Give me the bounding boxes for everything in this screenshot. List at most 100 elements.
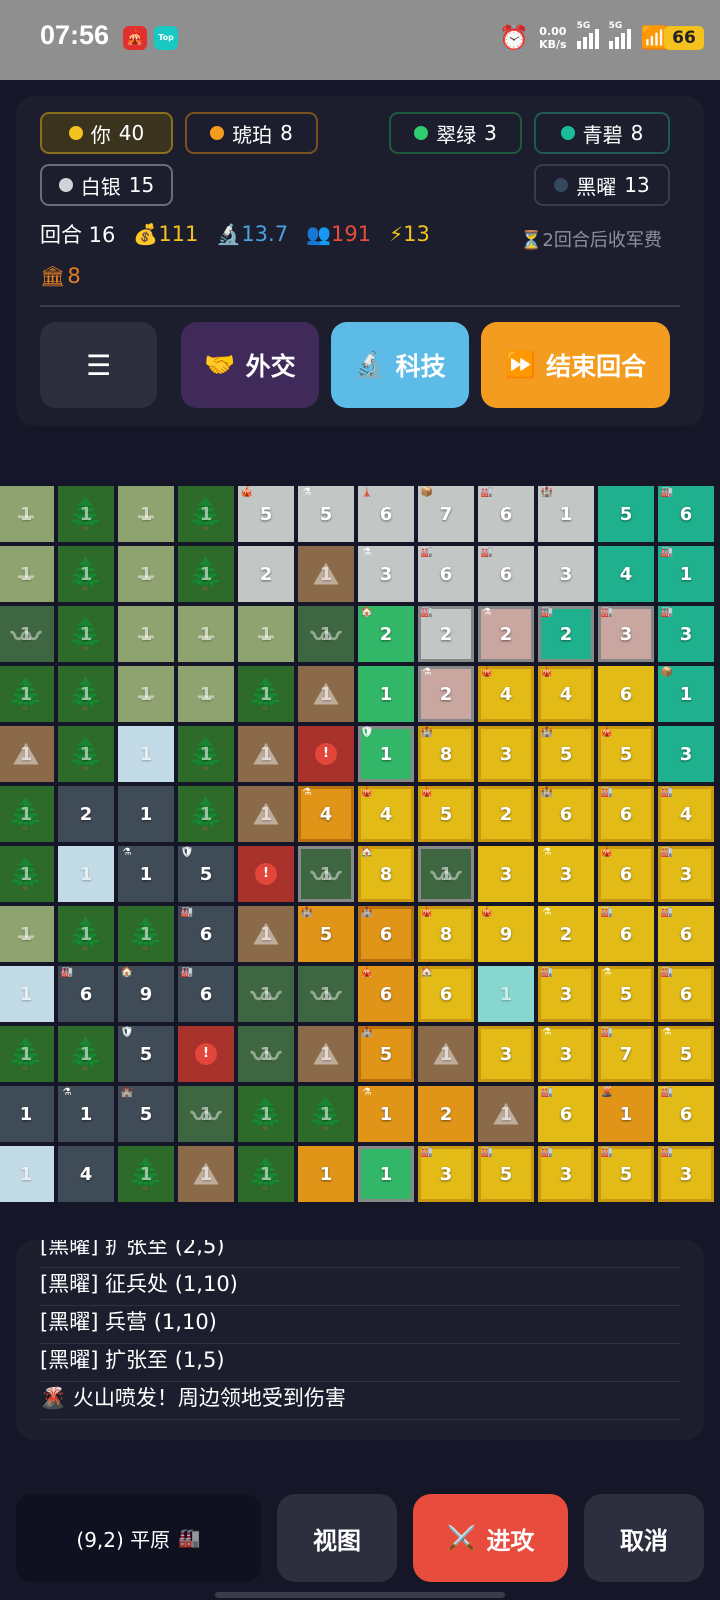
map-tile-forest[interactable]: 🌲 1 — [58, 1026, 114, 1082]
map-tile-event-tile[interactable]: ! — [238, 846, 294, 902]
map-tile-mountain[interactable]: ⛰ 1 — [238, 726, 294, 782]
map-tile-plains[interactable]: ⎯ 1 — [178, 606, 234, 662]
map-tile-forest[interactable]: 🌲 1 — [58, 546, 114, 602]
map-tile-player-territory[interactable]: 🏰 8 — [418, 726, 474, 782]
map-tile-obsidian-territory[interactable]: 1 — [118, 786, 174, 842]
map-tile-obsidian-territory[interactable]: 🏭 6 — [178, 906, 234, 962]
map-tile-obsidian-territory[interactable]: 🏭 6 — [58, 966, 114, 1022]
map-tile-swamp[interactable]: 〰 1 — [0, 606, 54, 662]
map-tile-player-territory[interactable]: ⚗ 3 — [538, 1026, 594, 1082]
map-tile-contested-territory[interactable]: 🏭 3 — [598, 606, 654, 662]
map-tile-teal-territory[interactable]: 📦 1 — [658, 666, 714, 722]
map-tile-player-territory[interactable]: 3 — [478, 846, 534, 902]
map-tile-forest[interactable]: 🌲 1 — [0, 846, 54, 902]
faction-pill[interactable]: 翠绿 3 — [389, 112, 522, 154]
map-tile-forest[interactable]: 🌲 1 — [118, 906, 174, 962]
map-tile-plains[interactable]: ⎯ 1 — [0, 486, 54, 542]
map-tile-swamp[interactable]: 〰 1 — [298, 966, 354, 1022]
map-tile-amber-territory[interactable]: 🌋 1 — [598, 1086, 654, 1142]
map-tile-forest[interactable]: 🌲 1 — [0, 786, 54, 842]
map-tile-amber-territory[interactable]: 🏰 5 — [358, 1026, 414, 1082]
map-tile-silver-territory[interactable]: 🏭 6 — [478, 486, 534, 542]
map-tile-player-territory[interactable]: ⚗ 5 — [598, 966, 654, 1022]
tech-button[interactable]: 🔬 科技 — [331, 322, 469, 408]
map-tile-swamp[interactable]: 〰 1 — [178, 1086, 234, 1142]
map-tile-swamp[interactable]: 〰 1 — [298, 606, 354, 662]
map-tile-ice[interactable]: 1 — [118, 726, 174, 782]
faction-pill[interactable]: 青碧 8 — [534, 112, 670, 154]
map-tile-player-territory[interactable]: 🏭 3 — [538, 966, 594, 1022]
map-tile-silver-territory[interactable]: 📦 7 — [418, 486, 474, 542]
map-tile-forest[interactable]: 🌲 1 — [178, 726, 234, 782]
map-tile-mountain[interactable]: ⛰ 1 — [298, 1026, 354, 1082]
map-tile-silver-territory[interactable]: ⚗ 5 — [298, 486, 354, 542]
map-tile-forest[interactable]: 🌲 1 — [58, 726, 114, 782]
map-tile-player-territory[interactable]: 🎪 5 — [418, 786, 474, 842]
map-tile-player-territory[interactable]: 🏭 6 — [658, 1086, 714, 1142]
map-tile-amber-territory[interactable]: 🏰 6 — [358, 906, 414, 962]
map-tile-forest[interactable]: 🌲 1 — [118, 1146, 174, 1202]
map-tile-silver-territory[interactable]: 🏰 1 — [538, 486, 594, 542]
map-tile-selected-water[interactable]: 1 — [478, 966, 534, 1022]
map-tile-event-tile[interactable]: ! — [298, 726, 354, 782]
map-tile-plains[interactable]: ⎯ 1 — [0, 906, 54, 962]
map-tile-silver-territory[interactable]: 2 — [238, 546, 294, 602]
map-tile-forest[interactable]: 🌲 1 — [58, 906, 114, 962]
map-tile-forest[interactable]: 🌲 1 — [58, 606, 114, 662]
map-tile-mountain[interactable]: ⛰ 1 — [0, 726, 54, 782]
map-tile-player-territory[interactable]: 🏭 3 — [538, 1146, 594, 1202]
attack-button[interactable]: ⚔️ 进攻 — [413, 1494, 568, 1582]
map-tile-obsidian-territory[interactable]: 🏭 6 — [178, 966, 234, 1022]
map-tile-forest[interactable]: 🌲 1 — [178, 486, 234, 542]
map-tile-obsidian-territory[interactable]: ⚗ 1 — [118, 846, 174, 902]
map-tile-obsidian-territory[interactable]: 2 — [58, 786, 114, 842]
faction-pill[interactable]: 你 40 — [40, 112, 173, 154]
map-tile-player-territory[interactable]: ⚗ 3 — [538, 846, 594, 902]
map-tile-player-territory[interactable]: ⚗ 2 — [538, 906, 594, 962]
map-tile-ice[interactable]: 1 — [0, 966, 54, 1022]
map-tile-player-territory[interactable]: ⚗ 5 — [658, 1026, 714, 1082]
map-tile-player-territory[interactable]: 🎪 4 — [478, 666, 534, 722]
map-tile-obsidian-territory[interactable]: 1 — [0, 1086, 54, 1142]
map-tile-player-territory[interactable]: 🏭 3 — [658, 1146, 714, 1202]
map-tile-silver-territory[interactable]: 🎪 5 — [238, 486, 294, 542]
menu-button[interactable]: ☰ — [40, 322, 157, 408]
map-tile-forest[interactable]: 🌲 1 — [178, 546, 234, 602]
map-tile-player-territory[interactable]: 🎪 4 — [358, 786, 414, 842]
map-tile-player-territory[interactable]: 🎪 8 — [418, 906, 474, 962]
cancel-button[interactable]: 取消 — [584, 1494, 704, 1582]
faction-pill[interactable]: 琥珀 8 — [185, 112, 318, 154]
map-tile-amber-territory[interactable]: 🎪 6 — [358, 966, 414, 1022]
map-tile-mountain[interactable]: ⛰ 1 — [478, 1086, 534, 1142]
map-tile-teal-territory[interactable]: 🏭 6 — [658, 486, 714, 542]
map-tile-silver-territory[interactable]: ⚗ 3 — [358, 546, 414, 602]
map-tile-obsidian-territory[interactable]: 4 — [58, 1146, 114, 1202]
view-button[interactable]: 视图 — [277, 1494, 397, 1582]
map-tile-silver-territory[interactable]: 3 — [538, 546, 594, 602]
map-tile-mountain[interactable]: ⛰ 1 — [238, 906, 294, 962]
map-tile-player-territory[interactable]: 🎪 4 — [538, 666, 594, 722]
map-tile-player-territory[interactable]: 6 — [598, 666, 654, 722]
faction-pill[interactable]: 白银 15 — [40, 164, 173, 206]
map-tile-swamp[interactable]: 〰 1 — [238, 966, 294, 1022]
map-tile-player-territory[interactable]: 🎪 9 — [478, 906, 534, 962]
map-tile-forest[interactable]: 🌲 1 — [58, 486, 114, 542]
map-tile-forest[interactable]: 🌲 1 — [238, 1086, 294, 1142]
map-tile-teal-territory[interactable]: 🏭 2 — [538, 606, 594, 662]
map-tile-player-territory[interactable]: 🎪 6 — [598, 846, 654, 902]
map-tile-mountain[interactable]: ⛰ 1 — [298, 546, 354, 602]
map-tile-green-territory[interactable]: 1 — [358, 1146, 414, 1202]
map-tile-obsidian-territory[interactable]: 🛡 5 — [178, 846, 234, 902]
map-tile-player-territory[interactable]: 3 — [478, 1026, 534, 1082]
map-tile-plains[interactable]: ⎯ 1 — [118, 666, 174, 722]
map-tile-obsidian-territory[interactable]: 🛡 5 — [118, 1026, 174, 1082]
map-tile-forest[interactable]: 🌲 1 — [0, 666, 54, 722]
map-tile-player-territory[interactable]: 🏭 6 — [598, 786, 654, 842]
map-tile-contested-territory[interactable]: ⚗ 2 — [478, 606, 534, 662]
map-tile-plains[interactable]: ⎯ 1 — [178, 666, 234, 722]
map-tile-player-territory[interactable]: 3 — [478, 726, 534, 782]
map-tile-teal-territory[interactable]: 3 — [658, 726, 714, 782]
map-tile-player-territory[interactable]: 🏭 5 — [478, 1146, 534, 1202]
map-tile-contested-territory[interactable]: ⚗ 2 — [418, 666, 474, 722]
map-tile-amber-territory[interactable]: 🏰 5 — [298, 906, 354, 962]
